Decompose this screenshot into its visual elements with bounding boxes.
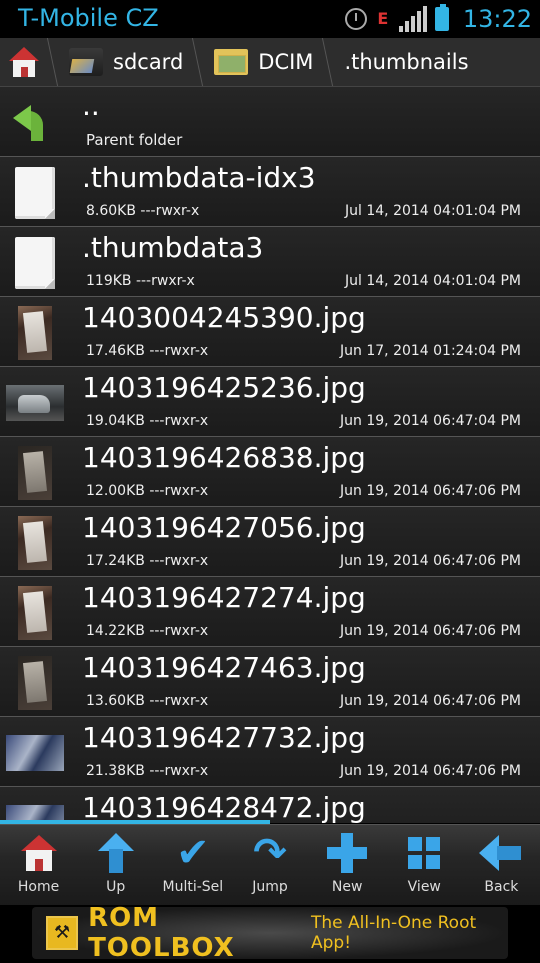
signal-icon bbox=[398, 6, 427, 32]
breadcrumb: sdcard DCIM .thumbnails bbox=[0, 38, 540, 87]
receipt-photo-thumbnail bbox=[10, 446, 60, 500]
file-info: 14.22KB ---rwxr-x bbox=[86, 623, 209, 639]
sdcard-icon bbox=[69, 48, 103, 76]
jump-button-label: Jump bbox=[252, 879, 288, 895]
breadcrumb-label: sdcard bbox=[113, 50, 184, 74]
status-icons: E 13:22 bbox=[344, 0, 532, 38]
ad-title: ROM TOOLBOX bbox=[88, 903, 235, 963]
file-date: Jun 19, 2014 06:47:06 PM bbox=[340, 483, 521, 499]
breadcrumb-home[interactable] bbox=[0, 38, 52, 86]
file-row[interactable]: 1403004245390.jpg 17.46KB ---rwxr-x Jun … bbox=[0, 297, 540, 367]
carrier-name: T-Mobile CZ bbox=[18, 4, 159, 32]
sync-error-icon: E bbox=[377, 9, 389, 28]
multi-select-button[interactable]: ✔ Multi-Sel bbox=[154, 825, 231, 906]
clock: 13:22 bbox=[462, 5, 532, 33]
battery-icon bbox=[434, 4, 449, 31]
plus-icon bbox=[325, 831, 369, 875]
file-date: Jun 17, 2014 01:24:04 PM bbox=[340, 343, 521, 359]
folder-image-icon bbox=[214, 49, 249, 75]
new-button[interactable]: New bbox=[309, 825, 386, 906]
file-row[interactable]: .thumbdata-idx3 8.60KB ---rwxr-x Jul 14,… bbox=[0, 157, 540, 227]
file-info: 12.00KB ---rwxr-x bbox=[86, 483, 209, 499]
file-name: 1403196427732.jpg bbox=[82, 721, 366, 754]
home-icon bbox=[9, 47, 39, 77]
home-button-label: Home bbox=[17, 879, 60, 895]
back-button[interactable]: Back bbox=[463, 825, 540, 906]
file-row[interactable]: 1403196428472.jpg bbox=[0, 787, 540, 823]
receipt-photo-thumbnail bbox=[10, 656, 60, 710]
file-date: Jun 19, 2014 06:47:04 PM bbox=[340, 413, 521, 429]
parent-folder-row[interactable]: .. Parent folder bbox=[0, 87, 540, 157]
grid-view-icon bbox=[402, 831, 446, 875]
file-info: 17.24KB ---rwxr-x bbox=[86, 553, 209, 569]
file-name: .thumbdata-idx3 bbox=[82, 161, 316, 194]
parent-folder-label: Parent folder bbox=[86, 131, 183, 149]
multi-select-button-label: Multi-Sel bbox=[162, 879, 224, 895]
file-date: Jun 19, 2014 06:47:06 PM bbox=[340, 693, 521, 709]
file-date: Jun 19, 2014 06:47:06 PM bbox=[340, 763, 521, 779]
file-row[interactable]: 1403196427732.jpg 21.38KB ---rwxr-x Jun … bbox=[0, 717, 540, 787]
jump-button[interactable]: ↷ Jump bbox=[231, 825, 308, 906]
home-icon bbox=[17, 831, 61, 875]
receipt-photo-thumbnail bbox=[10, 516, 60, 570]
up-button[interactable]: Up bbox=[77, 825, 154, 906]
file-name: 1403196425236.jpg bbox=[82, 371, 366, 404]
alarm-icon bbox=[344, 8, 367, 30]
file-list[interactable]: .. Parent folder .thumbdata-idx3 8.60KB … bbox=[0, 87, 540, 823]
file-info: 21.38KB ---rwxr-x bbox=[86, 763, 209, 779]
home-button[interactable]: Home bbox=[0, 825, 77, 906]
file-info: 19.04KB ---rwxr-x bbox=[86, 413, 209, 429]
file-info: 13.60KB ---rwxr-x bbox=[86, 693, 209, 709]
file-info: 17.46KB ---rwxr-x bbox=[86, 343, 209, 359]
file-name: 1403196427463.jpg bbox=[82, 651, 366, 684]
file-date: Jun 19, 2014 06:47:06 PM bbox=[340, 553, 521, 569]
file-row[interactable]: 1403196427056.jpg 17.24KB ---rwxr-x Jun … bbox=[0, 507, 540, 577]
document-icon bbox=[10, 167, 60, 219]
view-button-label: View bbox=[407, 879, 441, 895]
file-name: 1403196427056.jpg bbox=[82, 511, 366, 544]
breadcrumb-label: DCIM bbox=[258, 50, 314, 74]
file-name: 1403196426838.jpg bbox=[82, 441, 366, 474]
file-row[interactable]: .thumbdata3 119KB ---rwxr-x Jul 14, 2014… bbox=[0, 227, 540, 297]
breadcrumb-label: .thumbnails bbox=[344, 50, 469, 74]
ad-banner[interactable]: ⚒ ROM TOOLBOX The All-In-One Root App! bbox=[0, 903, 540, 963]
file-name: 1403004245390.jpg bbox=[82, 301, 366, 334]
ad-content[interactable]: ⚒ ROM TOOLBOX The All-In-One Root App! bbox=[32, 903, 508, 963]
file-row[interactable]: 1403196426838.jpg 12.00KB ---rwxr-x Jun … bbox=[0, 437, 540, 507]
desk-photo-thumbnail bbox=[4, 727, 66, 779]
view-button[interactable]: View bbox=[386, 825, 463, 906]
file-date: Jul 14, 2014 04:01:04 PM bbox=[345, 273, 521, 289]
status-bar: T-Mobile CZ E 13:22 bbox=[0, 0, 540, 38]
document-icon bbox=[10, 237, 60, 289]
ad-tagline: The All-In-One Root App! bbox=[310, 913, 477, 953]
receipt-photo-thumbnail bbox=[10, 586, 60, 640]
parent-folder-name: .. bbox=[82, 89, 100, 122]
receipt-photo-thumbnail bbox=[10, 306, 60, 360]
breadcrumb-thumbnails[interactable]: .thumbnails bbox=[338, 38, 482, 86]
file-row[interactable]: 1403196427274.jpg 14.22KB ---rwxr-x Jun … bbox=[0, 577, 540, 647]
file-info: 119KB ---rwxr-x bbox=[86, 273, 195, 289]
file-info: 8.60KB ---rwxr-x bbox=[86, 203, 200, 219]
car-photo-thumbnail bbox=[4, 377, 66, 429]
file-name: 1403196428472.jpg bbox=[82, 791, 366, 823]
file-row[interactable]: 1403196427463.jpg 13.60KB ---rwxr-x Jun … bbox=[0, 647, 540, 717]
up-arrow-icon bbox=[94, 831, 138, 875]
checkmark-icon: ✔ bbox=[176, 830, 210, 876]
file-row[interactable]: 1403196425236.jpg 19.04KB ---rwxr-x Jun … bbox=[0, 367, 540, 437]
breadcrumb-dcim[interactable]: DCIM bbox=[208, 38, 327, 86]
file-name: 1403196427274.jpg bbox=[82, 581, 366, 614]
file-date: Jun 19, 2014 06:47:06 PM bbox=[340, 623, 521, 639]
file-date: Jul 14, 2014 04:01:04 PM bbox=[345, 203, 521, 219]
breadcrumb-sdcard[interactable]: sdcard bbox=[63, 38, 197, 86]
back-arrow-icon bbox=[10, 97, 60, 149]
back-button-label: Back bbox=[484, 879, 519, 895]
file-name: .thumbdata3 bbox=[82, 231, 264, 264]
bottom-toolbar: Home Up ✔ Multi-Sel ↷ Jump New View Back bbox=[0, 824, 540, 906]
jump-arrow-icon: ↷ bbox=[253, 830, 287, 876]
back-arrow-icon bbox=[479, 831, 523, 875]
new-button-label: New bbox=[331, 879, 363, 895]
up-button-label: Up bbox=[106, 879, 126, 895]
toolbox-logo-icon: ⚒ bbox=[46, 916, 79, 950]
